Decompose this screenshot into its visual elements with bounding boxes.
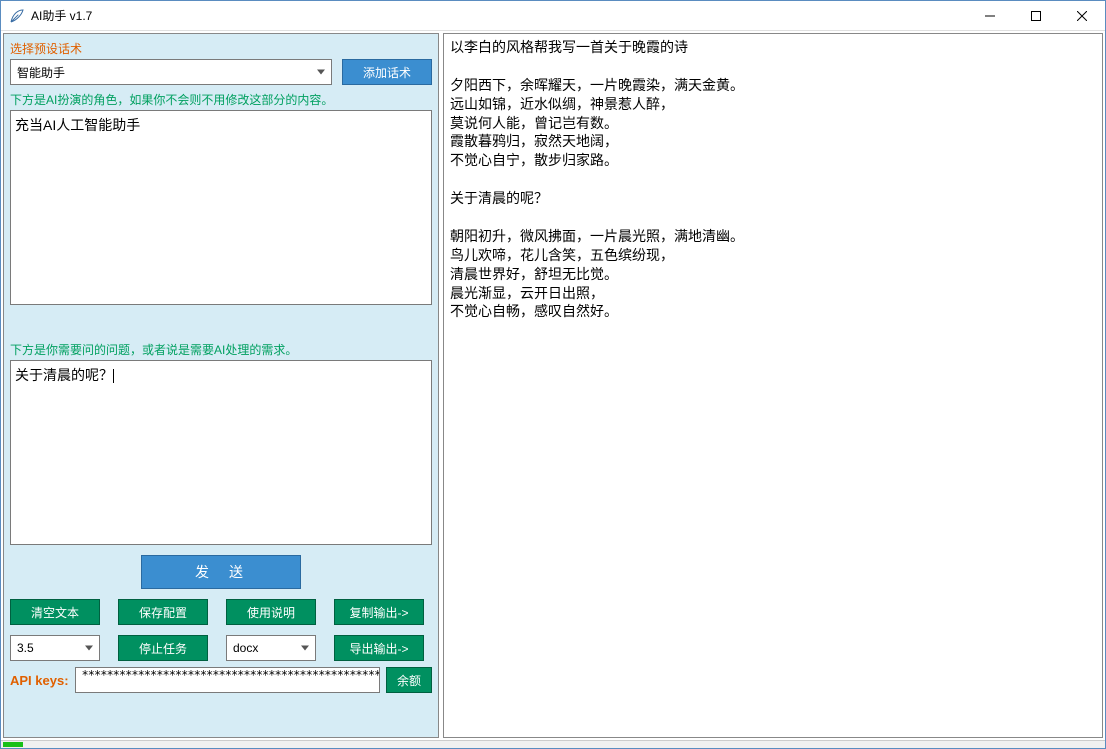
role-section: 下方是AI扮演的角色，如果你不会则不用修改这部分的内容。 bbox=[10, 91, 432, 305]
role-label: 下方是AI扮演的角色，如果你不会则不用修改这部分的内容。 bbox=[10, 91, 432, 108]
preset-select[interactable]: 智能助手 bbox=[10, 59, 332, 85]
api-label: API keys: bbox=[10, 673, 69, 688]
add-preset-button[interactable]: 添加话术 bbox=[342, 59, 432, 85]
version-select[interactable]: 3.5 bbox=[10, 635, 100, 661]
help-button[interactable]: 使用说明 bbox=[226, 599, 316, 625]
statusbar bbox=[1, 740, 1105, 748]
preset-select-value: 智能助手 bbox=[17, 64, 65, 81]
maximize-button[interactable] bbox=[1013, 1, 1059, 31]
titlebar: AI助手 v1.7 bbox=[1, 1, 1105, 31]
api-key-input[interactable]: ****************************************… bbox=[75, 667, 380, 693]
preset-label: 选择预设话术 bbox=[10, 40, 332, 57]
app-window: AI助手 v1.7 选择预设话术 智能助手 添加话术 下方是AI扮演的角色，如果… bbox=[0, 0, 1106, 749]
progress-indicator bbox=[3, 742, 23, 747]
left-panel: 选择预设话术 智能助手 添加话术 下方是AI扮演的角色，如果你不会则不用修改这部… bbox=[3, 33, 439, 738]
app-icon bbox=[9, 8, 25, 24]
main-body: 选择预设话术 智能助手 添加话术 下方是AI扮演的角色，如果你不会则不用修改这部… bbox=[1, 31, 1105, 740]
close-button[interactable] bbox=[1059, 1, 1105, 31]
minimize-button[interactable] bbox=[967, 1, 1013, 31]
copy-output-button[interactable]: 复制输出-> bbox=[334, 599, 424, 625]
question-label: 下方是你需要问的问题，或者说是需要AI处理的需求。 bbox=[10, 341, 432, 358]
send-row: 发送 bbox=[10, 551, 432, 593]
format-select-value: docx bbox=[233, 641, 258, 655]
question-textarea[interactable]: 关于清晨的呢？ bbox=[10, 360, 432, 545]
export-output-button[interactable]: 导出输出-> bbox=[334, 635, 424, 661]
format-select[interactable]: docx bbox=[226, 635, 316, 661]
window-title: AI助手 v1.7 bbox=[31, 7, 967, 24]
output-panel[interactable]: 以李白的风格帮我写一首关于晚霞的诗 夕阳西下，余晖耀天，一片晚霞染，满天金黄。 … bbox=[443, 33, 1103, 738]
api-row: API keys: ******************************… bbox=[10, 667, 432, 693]
text-cursor bbox=[113, 369, 114, 383]
clear-button[interactable]: 清空文本 bbox=[10, 599, 100, 625]
question-section: 下方是你需要问的问题，或者说是需要AI处理的需求。 关于清晨的呢？ bbox=[10, 341, 432, 545]
preset-row: 选择预设话术 智能助手 添加话术 bbox=[10, 40, 432, 85]
button-grid: 清空文本 保存配置 使用说明 复制输出-> 3.5 停止任务 docx 导出输出… bbox=[10, 599, 432, 661]
role-textarea[interactable] bbox=[10, 110, 432, 305]
balance-button[interactable]: 余额 bbox=[386, 667, 432, 693]
save-config-button[interactable]: 保存配置 bbox=[118, 599, 208, 625]
send-button[interactable]: 发送 bbox=[141, 555, 301, 589]
stop-button[interactable]: 停止任务 bbox=[118, 635, 208, 661]
version-select-value: 3.5 bbox=[17, 641, 34, 655]
